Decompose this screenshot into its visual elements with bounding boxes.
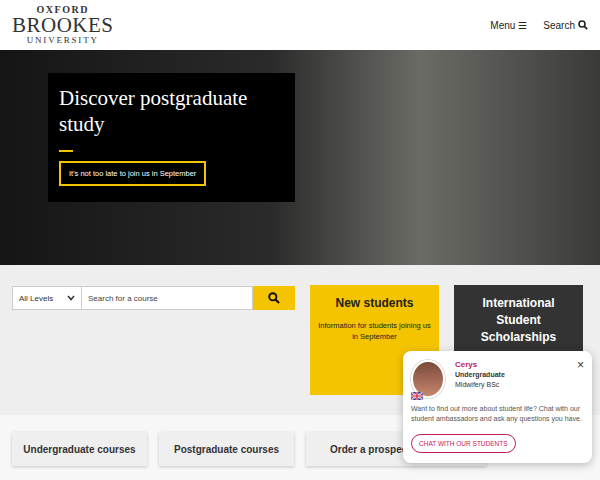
chevron-down-icon xyxy=(67,295,75,301)
site-header: OXFORDBROOKESUNIVERSITY Menu ☰ Search xyxy=(0,0,600,50)
level-select[interactable]: All Levels xyxy=(12,286,82,310)
hero-title: Discover postgraduate study xyxy=(59,85,284,138)
logo-line: BROOKES xyxy=(12,15,114,36)
university-logo[interactable]: OXFORDBROOKESUNIVERSITY xyxy=(12,5,114,45)
card-text: Information for students joining us in S… xyxy=(318,320,431,342)
uk-flag-icon xyxy=(411,392,423,400)
chat-popup: Cerys Undergraduate Midwifery BSc × Want… xyxy=(403,351,592,463)
hero-box: Discover postgraduate study It's not too… xyxy=(48,73,295,202)
hero-rule xyxy=(59,150,73,152)
menu-button[interactable]: Menu ☰ xyxy=(490,20,527,31)
course-search: All Levels Search for a course xyxy=(12,286,295,310)
ambassador-course: Midwifery BSc xyxy=(455,380,567,390)
chat-message: Want to find out more about student life… xyxy=(411,404,584,424)
search-submit-button[interactable] xyxy=(253,286,295,310)
search-icon xyxy=(578,20,588,30)
ambassador-info: Cerys Undergraduate Midwifery BSc xyxy=(455,360,567,390)
menu-icon: ☰ xyxy=(518,20,527,31)
close-button[interactable]: × xyxy=(577,360,584,370)
hero-button[interactable]: It's not too late to join us in Septembe… xyxy=(59,161,206,186)
course-search-input[interactable]: Search for a course xyxy=(82,286,253,310)
quick-link-button[interactable]: Undergraduate courses xyxy=(12,432,147,466)
page: OXFORDBROOKESUNIVERSITY Menu ☰ Search Di… xyxy=(0,0,600,480)
ambassador-level: Undergraduate xyxy=(455,370,567,380)
hero-banner: Discover postgraduate study It's not too… xyxy=(0,50,600,265)
card-title: New students xyxy=(318,295,431,312)
card-title: International Student Scholarships xyxy=(462,295,575,346)
logo-line: UNIVERSITY xyxy=(27,36,99,45)
search-button[interactable]: Search xyxy=(543,20,588,31)
chat-header: Cerys Undergraduate Midwifery BSc × xyxy=(411,360,584,398)
ambassador-name: Cerys xyxy=(455,360,567,370)
search-icon xyxy=(268,292,280,304)
quick-link-button[interactable]: Postgraduate courses xyxy=(159,432,294,466)
avatar-icon xyxy=(411,360,445,398)
logo-line: OXFORD xyxy=(37,5,89,15)
chat-button[interactable]: CHAT WITH OUR STUDENTS xyxy=(411,434,516,453)
header-nav: Menu ☰ Search xyxy=(490,20,588,31)
